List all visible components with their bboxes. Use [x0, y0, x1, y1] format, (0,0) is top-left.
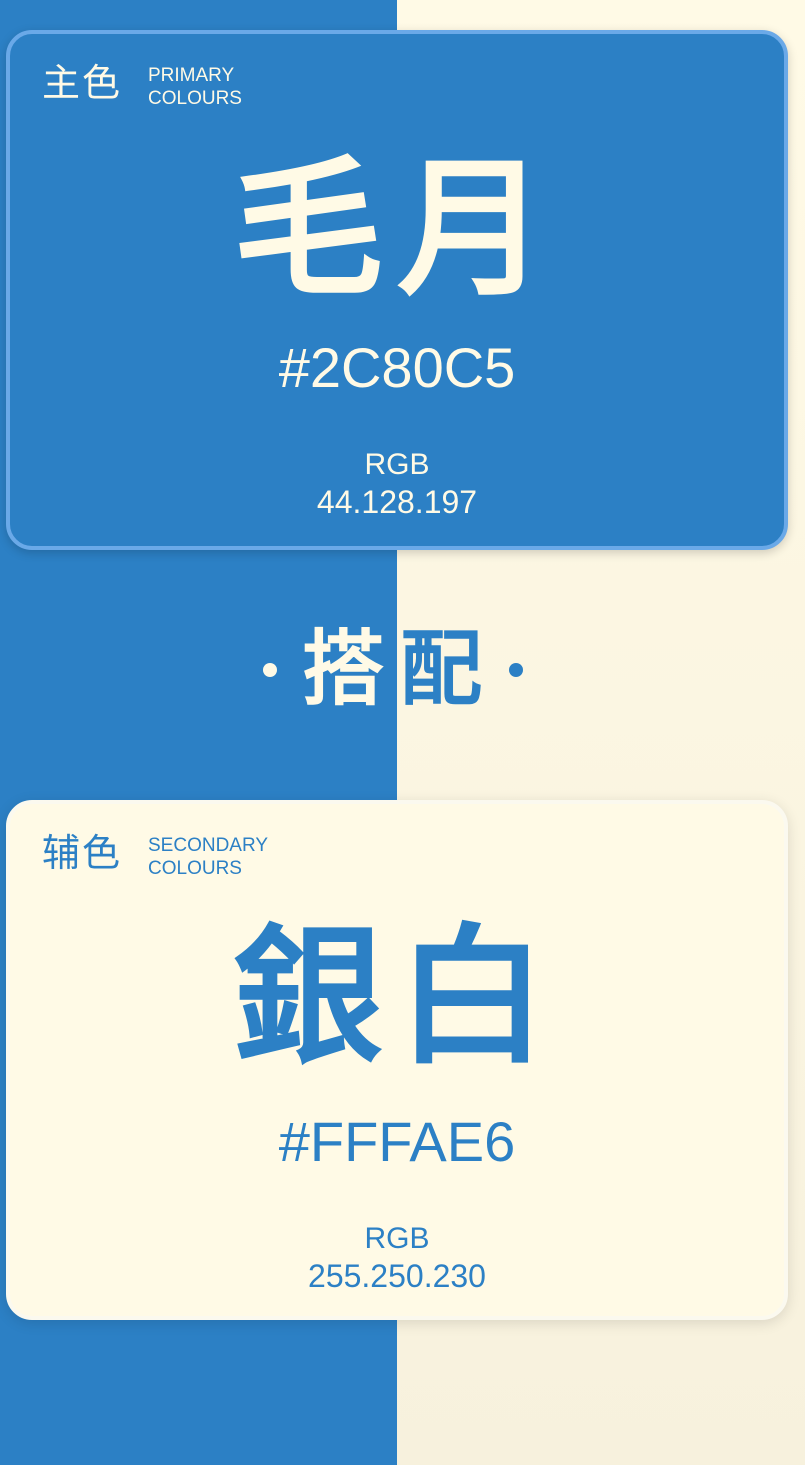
primary-colour-card: 主色 PRIMARY COLOURS 毛月 #2C80C5 RGB 44.128… [6, 30, 788, 550]
primary-rgb-value: 44.128.197 [316, 484, 478, 520]
pairing-char-2: 配 [400, 622, 483, 717]
primary-label-en-line2: COLOURS [148, 88, 242, 109]
pairing-char-1: 搭 [302, 622, 385, 717]
secondary-colour-card: 辅色 SECONDARY COLOURS 銀白 #FFFAE6 RGB 255.… [6, 800, 788, 1320]
primary-rgb-label: RGB [364, 448, 430, 481]
pairing-heading: 搭 配 [0, 620, 790, 720]
secondary-label-cn: 辅色 [42, 831, 123, 875]
primary-label-en: PRIMARY COLOURS [148, 64, 242, 110]
primary-label-en-line1: PRIMARY [148, 65, 235, 86]
secondary-colour-name: 銀白 [232, 909, 561, 1085]
secondary-rgb-value: 255.250.230 [308, 1258, 486, 1294]
pairing-dot-right [509, 663, 523, 677]
secondary-label-en: SECONDARY COLOURS [148, 834, 268, 880]
primary-colour-name: 毛月 [232, 141, 561, 317]
secondary-hex-code: #FFFAE6 [278, 1110, 516, 1173]
secondary-label-en-line1: SECONDARY [148, 835, 269, 856]
primary-hex-code: #2C80C5 [278, 336, 516, 399]
primary-label-cn: 主色 [42, 61, 123, 105]
secondary-label-en-line2: COLOURS [148, 858, 242, 879]
secondary-rgb-label: RGB [364, 1222, 430, 1255]
